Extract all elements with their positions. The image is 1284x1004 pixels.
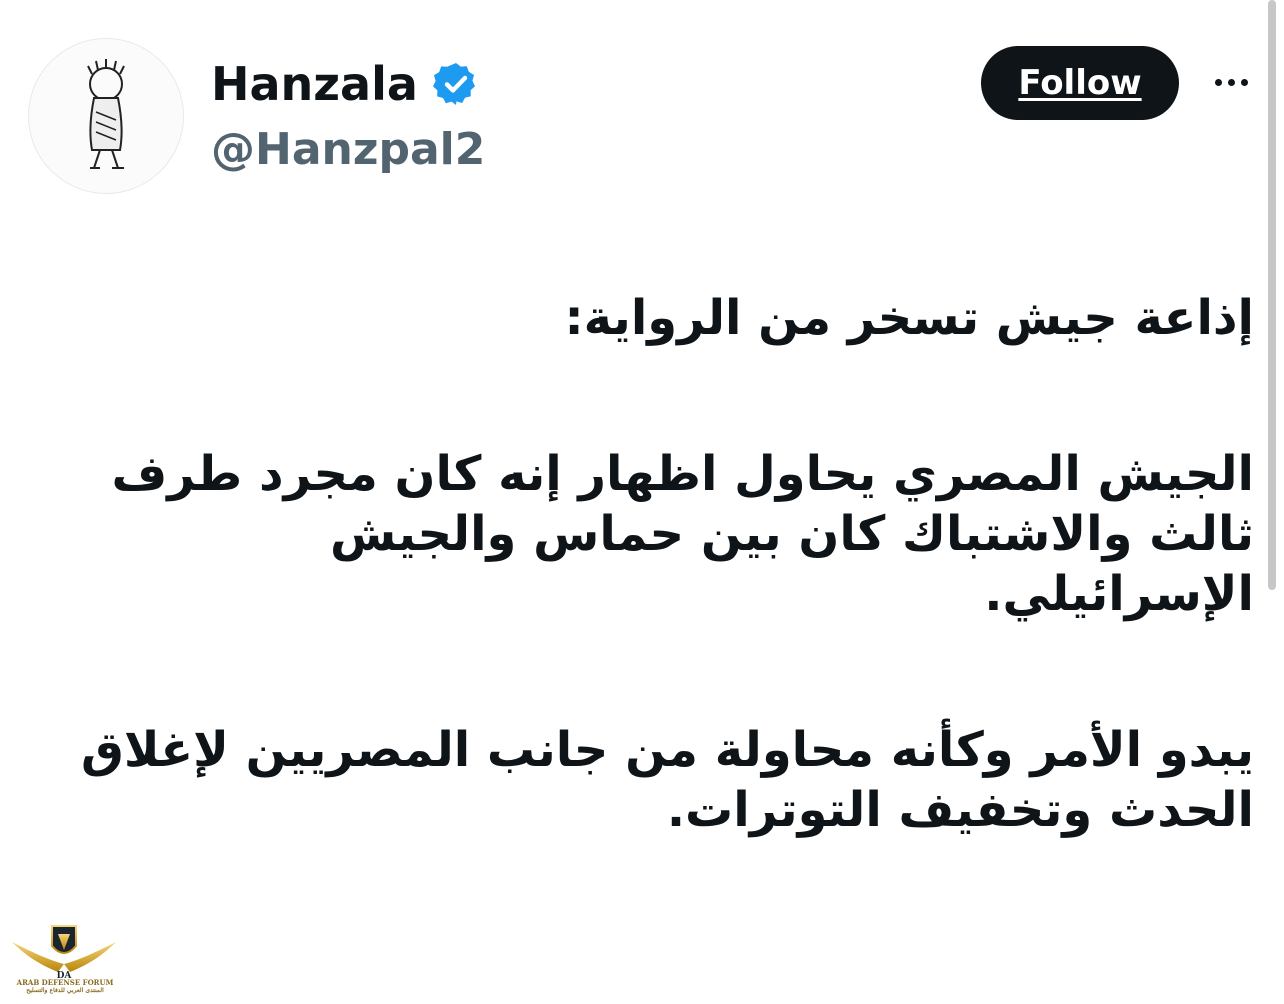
more-options-icon[interactable] <box>1206 62 1256 102</box>
scrollbar[interactable] <box>1268 0 1276 590</box>
display-name[interactable]: Hanzala <box>211 56 418 112</box>
hanzala-cartoon-icon <box>87 59 125 169</box>
tweet-paragraph: الجيش المصري يحاول اظهار إنه كان مجرد طر… <box>24 444 1254 624</box>
more-dot <box>1227 78 1235 86</box>
tweet-line: يبدو الأمر وكأنه محاولة من جانب المصريين… <box>80 722 1254 778</box>
forum-logo-name: ARAB DEFENSE FORUM <box>16 978 114 987</box>
handle[interactable]: @Hanzpal2 <box>211 122 485 178</box>
tweet-text: إذاعة جيش تسخر من الرواية: الجيش المصري ي… <box>24 288 1254 840</box>
tweet-line: إذاعة جيش تسخر من الرواية: <box>564 290 1254 346</box>
forum-logo-text: ARAB DEFENSE FORUM المنتدى العربي للدفاع… <box>10 978 120 994</box>
more-dot <box>1214 78 1222 86</box>
tweet-paragraph: يبدو الأمر وكأنه محاولة من جانب المصريين… <box>24 720 1254 840</box>
more-dot <box>1240 78 1248 86</box>
follow-button[interactable]: Follow <box>981 46 1179 120</box>
avatar[interactable] <box>28 38 184 194</box>
tweet-line: ثالث والاشتباك كان بين حماس والجيش <box>330 506 1254 562</box>
display-name-row: Hanzala <box>211 56 480 112</box>
verified-badge-icon[interactable] <box>432 60 480 108</box>
tweet-line: الحدث وتخفيف التوترات. <box>666 782 1254 838</box>
tweet-paragraph: إذاعة جيش تسخر من الرواية: <box>24 288 1254 348</box>
forum-logo-subname: المنتدى العربي للدفاع والتسليح <box>26 987 104 994</box>
tweet-line: الإسرائيلي. <box>984 566 1254 622</box>
tweet-line: الجيش المصري يحاول اظهار إنه كان مجرد طر… <box>111 446 1254 502</box>
